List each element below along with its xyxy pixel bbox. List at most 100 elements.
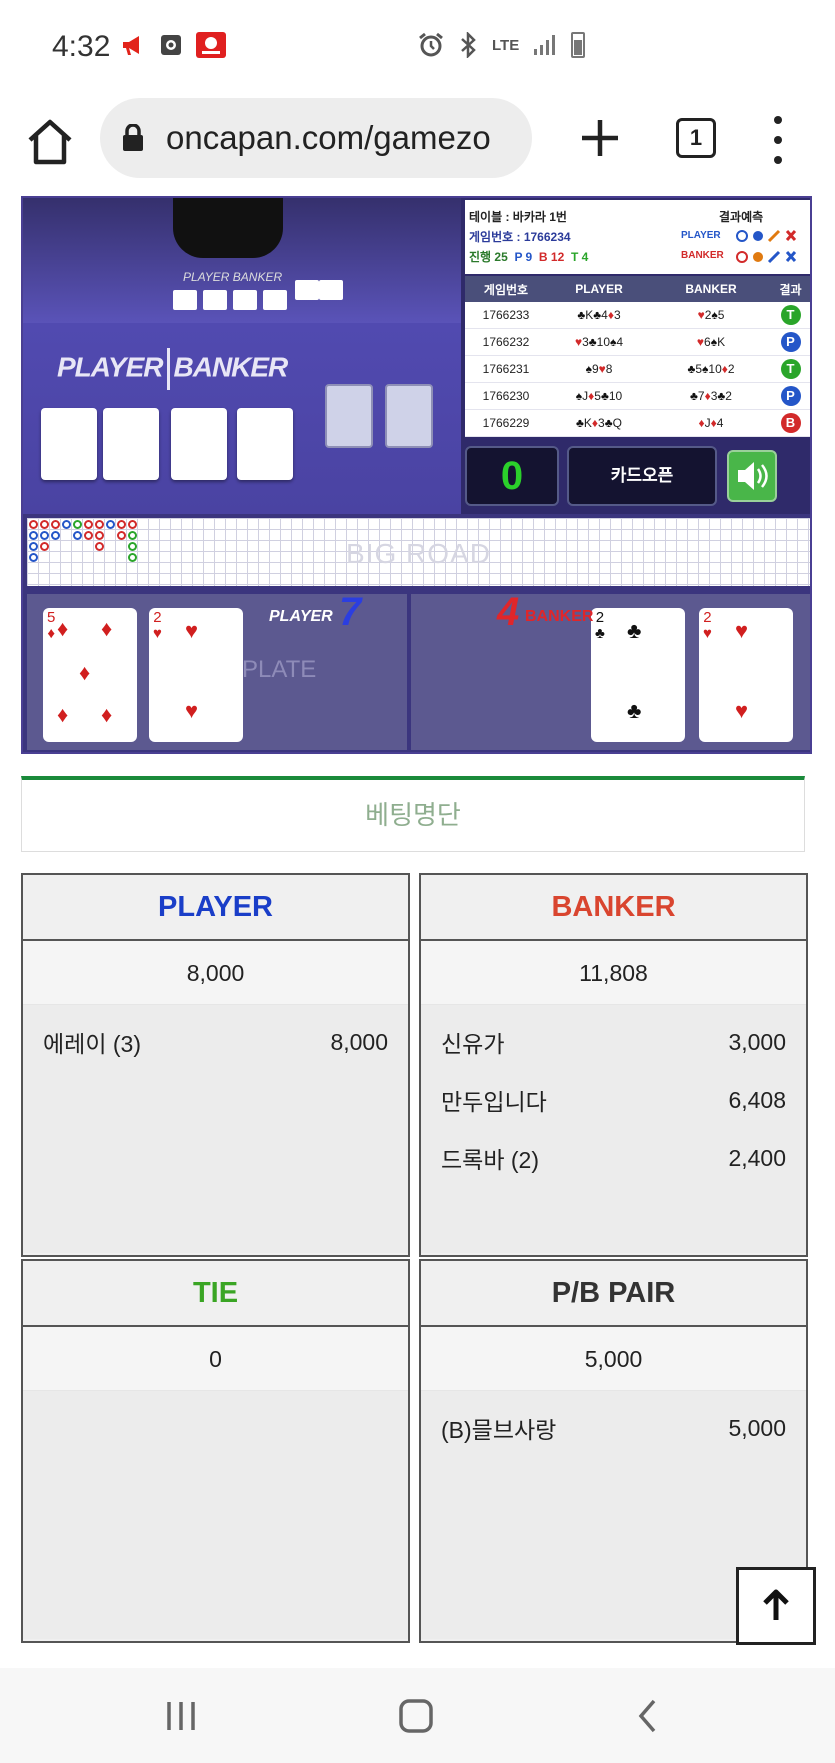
app-badge-icon xyxy=(196,32,226,58)
big-road-marker xyxy=(40,531,49,540)
card-pip: ♥ xyxy=(735,698,749,723)
bet-amount: 6,408 xyxy=(728,1086,786,1113)
bettor-name: (B)믈브사랑 xyxy=(441,1417,557,1443)
bet-entry: 만두입니다 6,408 xyxy=(421,1071,806,1129)
banker-card: 2 ♥ ♥ ♥ xyxy=(699,608,793,742)
status-time: 4:32 xyxy=(52,30,111,63)
big-road-marker xyxy=(117,520,126,529)
predict-banker-label: BANKER xyxy=(681,250,724,261)
card-rank: 2 ♥ xyxy=(703,609,712,642)
history-table: 게임번호 PLAYER BANKER 결과 1766233 ♣K♣4♦3 ♥2♠5 T… xyxy=(465,276,810,437)
player-score: 7 xyxy=(339,590,362,634)
history-row: 1766229 ♣K♦3♣Q ♦J♦4 B xyxy=(465,410,810,437)
video-card xyxy=(237,408,293,480)
big-road-marker xyxy=(40,542,49,551)
big-road-marker xyxy=(117,531,126,540)
android-nav-bar xyxy=(0,1668,835,1763)
plus-icon[interactable] xyxy=(578,116,622,160)
recents-icon[interactable] xyxy=(164,1700,198,1732)
prediction-icons[interactable] xyxy=(735,228,807,268)
history-result-cell: P xyxy=(771,386,810,406)
card-rank: 2 ♥ xyxy=(153,609,162,642)
big-road-marker xyxy=(29,542,38,551)
predict-player-label: PLAYER xyxy=(681,230,721,241)
player-total: 8,000 xyxy=(23,941,408,1005)
player-bet-list: 에레이 (3) 8,000 xyxy=(23,1005,408,1253)
signal-icon xyxy=(534,35,556,55)
more-icon[interactable] xyxy=(770,116,786,164)
video-small-card xyxy=(319,280,343,300)
betting-list-header: 베팅명단 xyxy=(21,776,805,852)
video-player-banker-label: PLAYER BANKER xyxy=(57,348,289,390)
history-result-cell: P xyxy=(771,332,810,352)
big-road-marker xyxy=(51,520,60,529)
betting-list-title: 베팅명단 xyxy=(365,800,461,830)
history-result-badge: B xyxy=(780,413,801,433)
big-road-marker xyxy=(128,520,137,529)
tie-total: 0 xyxy=(23,1327,408,1391)
pair-panel-title: P/B PAIR xyxy=(421,1261,806,1327)
video-card xyxy=(171,408,227,480)
bet-entry: 신유가 3,000 xyxy=(421,1013,806,1071)
sound-button[interactable] xyxy=(727,450,777,502)
history-row: 1766230 ♠J♦5♣10 ♣7♦3♣2 P xyxy=(465,383,810,410)
card-pip: ♦ xyxy=(57,616,69,641)
history-table-header: 게임번호 PLAYER BANKER 결과 xyxy=(465,276,810,302)
home-icon[interactable] xyxy=(22,114,78,170)
history-row: 1766232 ♥3♣10♠4 ♥6♠K P xyxy=(465,329,810,356)
card-pip: ♦ xyxy=(57,702,69,727)
big-road-marker xyxy=(29,520,38,529)
player-card: 2 ♥ ♥ ♥ xyxy=(149,608,243,742)
history-banker-cards: ♣5♠10♦2 xyxy=(687,362,735,376)
banker-bet-panel: BANKER 11,808 신유가 3,000 만두입니다 6,408 드록바 (2) 2… xyxy=(419,873,808,1257)
progress-count: 진행 25 P 9 B 12 T 4 xyxy=(469,250,589,264)
card-rank: 2 ♣ xyxy=(595,609,605,642)
history-banker-cards: ♣7♦3♣2 xyxy=(690,389,732,403)
card-pip: ♦ xyxy=(79,660,91,685)
video-player-label: PLAYER xyxy=(57,351,163,383)
game-info-header: 테이블 : 바카라 1번 결과예측 게임번호 : 1766234 진행 25 P… xyxy=(465,200,810,274)
history-row: 1766233 ♣K♣4♦3 ♥2♠5 T xyxy=(465,302,810,329)
banker-label: BANKER xyxy=(525,608,594,625)
card-open-button[interactable]: 카드오픈 xyxy=(567,446,717,506)
card-pip: ♦ xyxy=(101,616,113,641)
scroll-to-top-button[interactable] xyxy=(736,1567,816,1645)
player-panel-title: PLAYER xyxy=(23,875,408,941)
browser-toolbar: oncapan.com/gamezo 1 xyxy=(0,96,835,196)
tie-bet-panel: TIE 0 xyxy=(21,1259,410,1643)
video-small-card xyxy=(263,290,287,310)
player-bet-panel: PLAYER 8,000 에레이 (3) 8,000 xyxy=(21,873,410,1257)
big-road-marker xyxy=(84,531,93,540)
lock-icon xyxy=(123,124,143,151)
history-row: 1766231 ♠9♥8 ♣5♠10♦2 T xyxy=(465,356,810,383)
bluetooth-icon xyxy=(461,32,476,58)
home-nav-icon[interactable] xyxy=(398,1698,434,1734)
back-icon[interactable] xyxy=(636,1698,660,1734)
battery-icon xyxy=(571,32,586,58)
banker-bet-list: 신유가 3,000 만두입니다 6,408 드록바 (2) 2,400 xyxy=(421,1005,806,1253)
history-banker-cards: ♥6♠K xyxy=(696,335,726,349)
live-video: PLAYER BANKER PLAYER BANKER xyxy=(23,198,461,514)
history-result-cell: T xyxy=(771,305,810,325)
tabs-icon[interactable]: 1 xyxy=(676,118,716,158)
bettor-name: 만두입니다 xyxy=(441,1089,547,1115)
history-result-cell: B xyxy=(771,413,810,433)
big-road-marker xyxy=(128,542,137,551)
megaphone-icon xyxy=(123,36,139,55)
history-player-cards: ♥3♣10♠4 xyxy=(574,335,624,349)
alarm-icon xyxy=(419,32,443,57)
video-card xyxy=(41,408,97,480)
big-road-marker xyxy=(128,553,137,562)
video-banker-label: BANKER xyxy=(173,351,289,383)
big-road-board: BIG ROAD xyxy=(27,518,810,586)
bettor-name: 드록바 (2) xyxy=(441,1147,539,1173)
history-game-number: 1766230 xyxy=(482,389,530,403)
address-bar[interactable]: oncapan.com/gamezo xyxy=(100,98,532,178)
camera-app-icon xyxy=(161,35,181,55)
banker-total: 11,808 xyxy=(421,941,806,1005)
tie-bet-list xyxy=(23,1391,408,1639)
big-road-marker xyxy=(62,520,71,529)
system-icons: LTE xyxy=(418,32,586,58)
game-number: 게임번호 : 1766234 xyxy=(469,230,571,244)
card-pip: ♣ xyxy=(627,618,642,643)
